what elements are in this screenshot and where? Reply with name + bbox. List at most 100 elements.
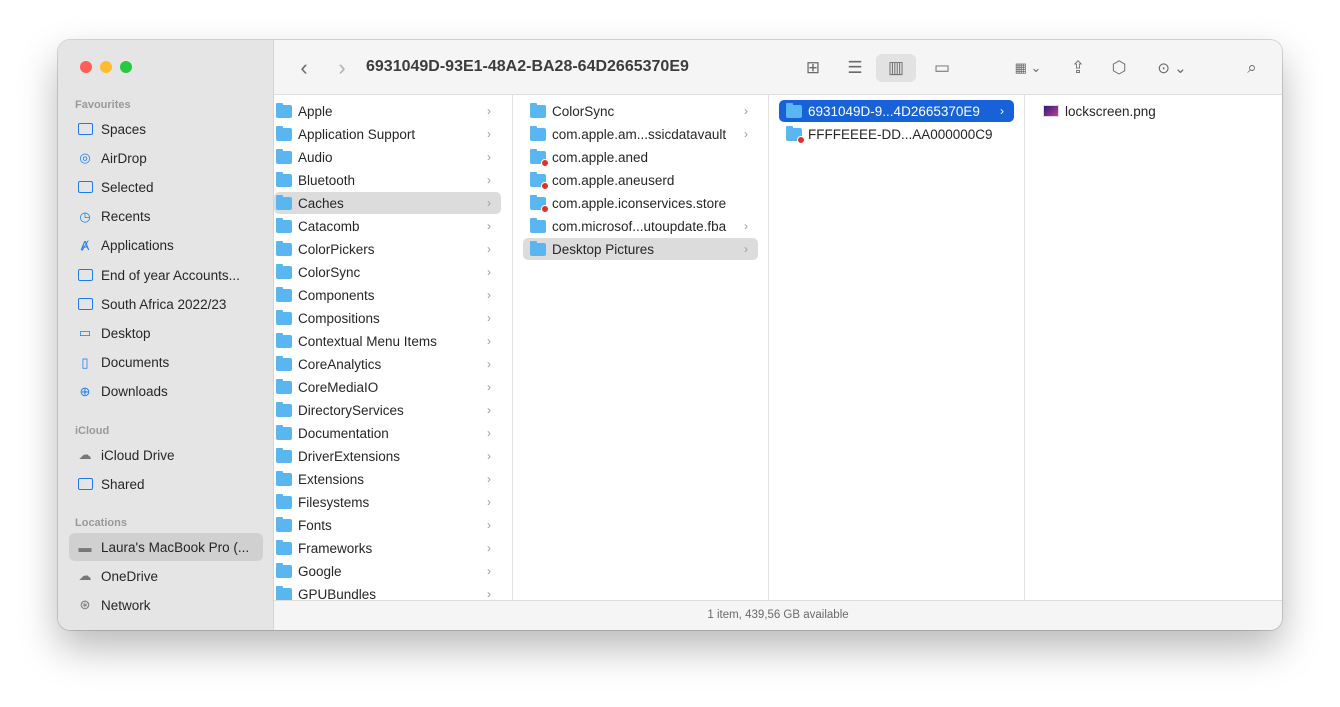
search-icon[interactable]: ⌕ <box>1238 54 1266 82</box>
clock-icon: ◷ <box>79 208 91 224</box>
column-item[interactable]: GPUBundles › <box>274 583 501 600</box>
column-item[interactable]: ColorSync › <box>274 261 501 283</box>
sidebar-item-label: End of year Accounts... <box>101 267 240 283</box>
folder-icon <box>530 148 549 167</box>
column-item[interactable]: CoreAnalytics › <box>274 353 501 375</box>
column-item[interactable]: com.apple.iconservices.store <box>523 192 758 214</box>
column-3[interactable]: 6931049D-9...4D2665370E9 › FFFFEEEE-DD...A… <box>769 95 1025 600</box>
minimize-button[interactable] <box>100 61 112 73</box>
share-icon[interactable]: ⇪ <box>1064 54 1092 82</box>
column-1[interactable]: Apple › Application Support › Audio › Bluetoot… <box>274 95 513 600</box>
document-icon: ▯ <box>81 354 89 370</box>
item-label: Bluetooth <box>298 172 356 188</box>
column-item[interactable]: ColorSync › <box>523 100 758 122</box>
column-item[interactable]: Caches › <box>274 192 501 214</box>
column-item[interactable]: CoreMediaIO › <box>274 376 501 398</box>
sidebar-item-label: Shared <box>101 476 145 492</box>
column-item[interactable]: lockscreen.png <box>1035 100 1272 122</box>
cloud-icon: ☁ <box>78 447 92 462</box>
restricted-badge-icon <box>797 135 805 144</box>
column-item[interactable]: Audio › <box>274 146 501 168</box>
sidebar-item[interactable]: ▭ Desktop <box>69 319 263 347</box>
item-label: Application Support <box>298 126 416 142</box>
gallery-view-button[interactable]: ▭ <box>922 54 962 82</box>
shared-folder-icon <box>77 477 93 491</box>
item-label: Contextual Menu Items <box>298 333 437 349</box>
column-item[interactable]: DirectoryServices › <box>274 399 501 421</box>
icon-view-button[interactable]: ⊞ <box>796 54 830 82</box>
sidebar-item[interactable]: ▯ Documents <box>69 349 263 377</box>
item-label: Caches <box>298 195 344 211</box>
folder-icon <box>530 125 546 141</box>
item-label: 6931049D-9...4D2665370E9 <box>808 103 980 119</box>
column-item[interactable]: Extensions › <box>274 468 501 490</box>
chevron-right-icon: › <box>487 127 491 141</box>
item-label: ColorPickers <box>298 241 375 257</box>
sidebar-item[interactable]: ▬ Laura's MacBook Pro (... <box>69 533 263 561</box>
folder-icon <box>77 268 93 282</box>
sidebar-item-label: Selected <box>101 179 154 195</box>
column-item[interactable]: Catacomb › <box>274 215 501 237</box>
back-button[interactable]: ‹ <box>292 54 316 82</box>
column-item[interactable]: com.apple.aned <box>523 146 758 168</box>
column-item[interactable]: com.apple.aneuserd <box>523 169 758 191</box>
column-item[interactable]: com.microsof...utoupdate.fba › <box>523 215 758 237</box>
column-item[interactable]: 6931049D-9...4D2665370E9 › <box>779 100 1014 122</box>
folder-icon <box>276 539 292 555</box>
column-item[interactable]: com.apple.am...ssicdatavault › <box>523 123 758 145</box>
item-label: ColorSync <box>552 103 615 119</box>
sidebar-item[interactable]: Ⱥ Applications <box>69 232 263 260</box>
chevron-right-icon: › <box>487 380 491 394</box>
column-item[interactable]: Filesystems › <box>274 491 501 513</box>
column-item[interactable]: Frameworks › <box>274 537 501 559</box>
column-item[interactable]: Application Support › <box>274 123 501 145</box>
column-item[interactable]: Contextual Menu Items › <box>274 330 501 352</box>
tag-icon[interactable]: ⬡ <box>1104 54 1134 82</box>
sidebar-item[interactable]: ☁ OneDrive <box>69 562 263 590</box>
sidebar-item-label: Spaces <box>101 121 147 137</box>
chevron-right-icon: › <box>487 541 491 555</box>
sidebar-item[interactable]: ◎ AirDrop <box>69 144 263 172</box>
column-item[interactable]: DriverExtensions › <box>274 445 501 467</box>
item-label: Frameworks <box>298 540 373 556</box>
folder-icon <box>276 194 292 210</box>
column-item[interactable]: Fonts › <box>274 514 501 536</box>
chevron-right-icon: › <box>487 449 491 463</box>
zoom-button[interactable] <box>120 61 132 73</box>
column-item[interactable]: Compositions › <box>274 307 501 329</box>
column-item[interactable]: Apple › <box>274 100 501 122</box>
sidebar-item[interactable]: ⊕ Downloads <box>69 378 263 406</box>
sidebar-item[interactable]: Shared <box>69 470 263 498</box>
column-item[interactable]: FFFFEEEE-DD...AA000000C9 <box>779 123 1014 145</box>
column-item[interactable]: Components › <box>274 284 501 306</box>
column-4[interactable]: lockscreen.png <box>1025 95 1282 600</box>
sidebar: Favourites iCloud Locations Spaces ◎ AirDr… <box>58 40 274 630</box>
column-item[interactable]: Desktop Pictures › <box>523 238 758 260</box>
column-item[interactable]: Documentation › <box>274 422 501 444</box>
column-item[interactable]: Google › <box>274 560 501 582</box>
folder-icon <box>530 102 546 118</box>
sidebar-item[interactable]: ⊛ Network <box>69 591 263 619</box>
column-item[interactable]: Bluetooth › <box>274 169 501 191</box>
forward-button[interactable]: › <box>330 54 354 82</box>
column-view-button[interactable]: ▥ <box>876 54 916 82</box>
group-button[interactable]: ▦ ⌄ <box>1006 54 1050 82</box>
sidebar-item[interactable]: End of year Accounts... <box>69 261 263 289</box>
window-controls <box>80 61 132 73</box>
column-item[interactable]: ColorPickers › <box>274 238 501 260</box>
sidebar-item-label: Recents <box>101 209 151 225</box>
sidebar-item[interactable]: ◷ Recents <box>69 203 263 231</box>
sidebar-item[interactable]: ☁ iCloud Drive <box>69 441 263 469</box>
list-view-button[interactable]: ☰ <box>838 54 872 82</box>
folder-icon <box>530 217 546 233</box>
sidebar-item[interactable]: South Africa 2022/23 <box>69 290 263 318</box>
folder-icon <box>276 585 292 600</box>
column-2[interactable]: ColorSync › com.apple.am...ssicdatavault › c… <box>513 95 769 600</box>
close-button[interactable] <box>80 61 92 73</box>
airdrop-icon: ◎ <box>79 150 91 166</box>
chevron-right-icon: › <box>744 127 748 141</box>
sidebar-item[interactable]: Spaces <box>69 115 263 143</box>
sidebar-item[interactable]: Selected <box>69 173 263 201</box>
item-label: com.apple.am...ssicdatavault <box>552 126 727 142</box>
more-actions-button[interactable]: ⊙ ⌄ <box>1150 54 1194 82</box>
